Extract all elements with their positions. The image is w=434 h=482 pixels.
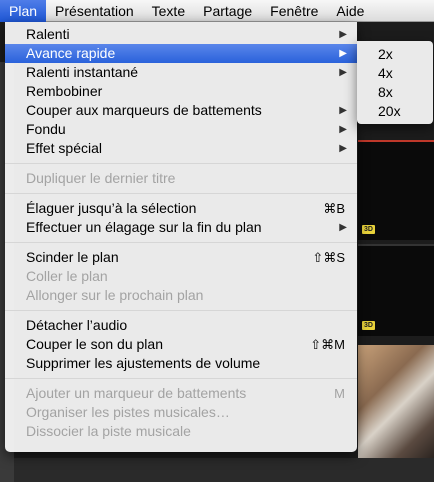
menubar-partage[interactable]: Partage (194, 0, 261, 22)
menu-item-couper-aux-marqueurs[interactable]: Couper aux marqueurs de battements ▶ (5, 101, 357, 120)
menu-item-dupliquer-dernier-titre[interactable]: Dupliquer le dernier titre (5, 169, 357, 188)
menu-item-label: Supprimer les ajustements de volume (26, 355, 261, 371)
menu-separator (5, 193, 357, 194)
menubar-fenetre[interactable]: Fenêtre (261, 0, 327, 22)
menu-item-rembobiner[interactable]: Rembobiner (5, 82, 357, 101)
menu-item-effet-special[interactable]: Effet spécial ▶ (5, 139, 357, 158)
menu-item-scinder-plan[interactable]: Scinder le plan ⇧⌘S (5, 248, 357, 267)
keyboard-shortcut: ⌘B (323, 201, 345, 216)
menu-item-label: Dissocier la piste musicale (26, 423, 191, 439)
menu-item-supprimer-ajustements-volume[interactable]: Supprimer les ajustements de volume (5, 354, 357, 373)
menu-item-label: Organiser les pistes musicales… (26, 404, 230, 420)
menu-bar: Plan Présentation Texte Partage Fenêtre … (0, 0, 434, 22)
menu-separator (5, 242, 357, 243)
submenu-arrow-icon: ▶ (339, 124, 347, 135)
menu-item-detacher-audio[interactable]: Détacher l’audio (5, 316, 357, 335)
menu-separator (5, 163, 357, 164)
menu-item-ralenti[interactable]: Ralenti ▶ (5, 25, 357, 44)
menu-item-label: Ralenti (26, 26, 70, 42)
submenu-item-8x[interactable]: 8x (357, 83, 433, 102)
keyboard-shortcut: ⇧⌘S (312, 250, 345, 265)
clip-thumbnail[interactable] (358, 345, 434, 458)
menu-item-fondu[interactable]: Fondu ▶ (5, 120, 357, 139)
menu-item-label: Allonger sur le prochain plan (26, 287, 204, 303)
menu-item-label: Ralenti instantané (26, 64, 139, 80)
menu-item-label: Fondu (26, 121, 66, 137)
3d-badge: 3D (362, 225, 375, 234)
menu-separator (5, 310, 357, 311)
menu-item-label: Couper le son du plan (26, 336, 163, 352)
menu-item-label: Détacher l’audio (26, 317, 128, 333)
submenu-item-20x[interactable]: 20x (357, 102, 433, 121)
menubar-aide[interactable]: Aide (327, 0, 373, 22)
submenu-arrow-icon: ▶ (339, 143, 347, 154)
menu-item-allonger-prochain-plan[interactable]: Allonger sur le prochain plan (5, 286, 357, 305)
menu-item-coller-plan[interactable]: Coller le plan (5, 267, 357, 286)
menu-item-label: Avance rapide (26, 45, 116, 61)
3d-badge: 3D (362, 321, 375, 330)
menu-item-label: Rembobiner (26, 83, 103, 99)
menubar-texte[interactable]: Texte (143, 0, 194, 22)
menu-separator (5, 378, 357, 379)
submenu-arrow-icon: ▶ (339, 67, 347, 78)
menubar-presentation[interactable]: Présentation (46, 0, 143, 22)
menu-item-label: Élaguer jusqu’à la sélection (26, 200, 197, 216)
submenu-arrow-icon: ▶ (339, 29, 347, 40)
menu-item-label: Dupliquer le dernier titre (26, 170, 176, 186)
clip-thumbnail[interactable]: 3D (358, 140, 434, 240)
menu-item-label: Effectuer un élagage sur la fin du plan (26, 219, 262, 235)
keyboard-shortcut: M (334, 386, 345, 401)
menu-item-elaguer-selection[interactable]: Élaguer jusqu’à la sélection ⌘B (5, 199, 357, 218)
submenu-arrow-icon: ▶ (339, 105, 347, 116)
submenu-item-4x[interactable]: 4x (357, 64, 433, 83)
menu-item-couper-son[interactable]: Couper le son du plan ⇧⌘M (5, 335, 357, 354)
menu-item-label: Couper aux marqueurs de battements (26, 102, 262, 118)
plan-dropdown-menu: Ralenti ▶ Avance rapide ▶ Ralenti instan… (5, 22, 357, 452)
menu-item-organiser-pistes[interactable]: Organiser les pistes musicales… (5, 403, 357, 422)
menu-item-elagage-fin-plan[interactable]: Effectuer un élagage sur la fin du plan … (5, 218, 357, 237)
menu-item-label: Effet spécial (26, 140, 103, 156)
clip-thumbnail[interactable]: 3D (358, 244, 434, 336)
avance-rapide-submenu: 2x 4x 8x 20x (357, 41, 433, 124)
menu-item-avance-rapide[interactable]: Avance rapide ▶ (5, 44, 357, 63)
keyboard-shortcut: ⇧⌘M (310, 337, 345, 352)
menu-item-dissocier-piste[interactable]: Dissocier la piste musicale (5, 422, 357, 441)
menu-item-ajouter-marqueur[interactable]: Ajouter un marqueur de battements M (5, 384, 357, 403)
menu-item-label: Coller le plan (26, 268, 108, 284)
menubar-plan[interactable]: Plan (0, 0, 47, 22)
menu-item-label: Ajouter un marqueur de battements (26, 385, 247, 401)
menu-item-ralenti-instantane[interactable]: Ralenti instantané ▶ (5, 63, 357, 82)
submenu-item-2x[interactable]: 2x (357, 45, 433, 64)
submenu-arrow-icon: ▶ (339, 48, 347, 59)
submenu-arrow-icon: ▶ (339, 222, 347, 233)
menu-item-label: Scinder le plan (26, 249, 119, 265)
